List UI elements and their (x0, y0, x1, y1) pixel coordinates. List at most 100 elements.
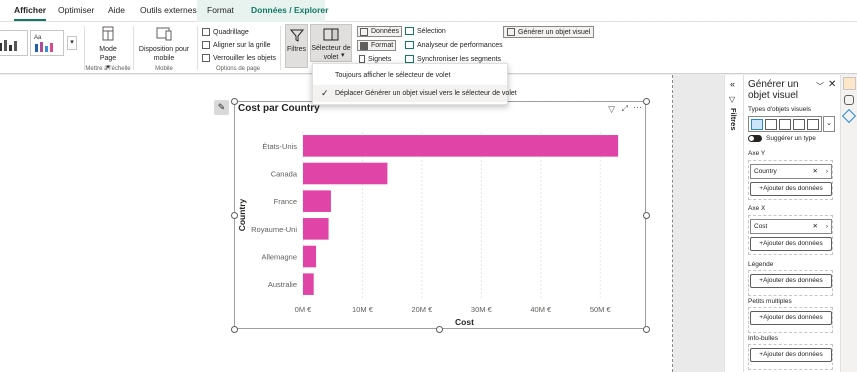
resize-handle[interactable] (231, 326, 238, 333)
format-brush-icon (360, 41, 368, 50)
filter-icon: ▽ (729, 95, 736, 104)
format-pane-button[interactable]: Format (357, 40, 397, 51)
page-layout-icon (102, 26, 114, 41)
tab-format[interactable]: Format (207, 5, 234, 15)
separator (197, 26, 198, 70)
bar-chart-visual[interactable]: Cost par Country ▽ ⤢ ⋯ 0M €10M €20M €30M… (234, 101, 646, 329)
legend-add-button[interactable]: +Ajouter des données (750, 274, 832, 288)
pane-selector-button[interactable]: Sélecteur de volet ▾ (310, 24, 352, 62)
x-tick-label: 30M € (471, 305, 493, 314)
y-tick-label: Allemagne (262, 253, 297, 262)
tooltips-label: Info-bulles (748, 335, 778, 342)
close-icon[interactable]: ✕ (828, 79, 836, 90)
mobile-layout-label: Disposition pour mobile (138, 46, 190, 62)
report-page[interactable]: ✎ Cost par Country ▽ ⤢ ⋯ 0M €10M €20M €3… (0, 75, 673, 372)
tab-outils-externes[interactable]: Outils externes (140, 5, 197, 15)
x-tick-label: 40M € (530, 305, 552, 314)
suggest-toggle[interactable] (748, 135, 762, 142)
more-visuals-chevron-icon[interactable]: ⌄ (823, 116, 835, 132)
format-rail-icon[interactable] (841, 108, 857, 124)
tab-optimiser[interactable]: Optimiser (58, 5, 94, 15)
y-tick-label: Australie (268, 280, 297, 289)
remove-field-icon[interactable]: ✕ (813, 165, 818, 178)
sync-icon (405, 55, 414, 63)
expand-chevron-icon[interactable]: « (730, 79, 735, 89)
build-visual-label: Générer un objet visuel (518, 28, 591, 36)
legend-label: Légende (748, 261, 774, 268)
resize-handle[interactable] (436, 326, 443, 333)
menu-item-move-label: Déplacer Générer un objet visuel vers le… (335, 90, 517, 97)
column-chart-type-icon[interactable] (779, 119, 791, 130)
bar (303, 218, 329, 240)
bookmarks-button[interactable]: Signets (359, 55, 391, 63)
menu-item-always-show[interactable]: Toujours afficher le sélecteur de volet (313, 67, 507, 84)
axis-x-add-button[interactable]: +Ajouter des données (750, 237, 832, 251)
visual-type-gallery (748, 116, 822, 132)
filters-collapsed-strip[interactable]: « ▽ Filtres (724, 75, 743, 372)
tooltips-add-button[interactable]: +Ajouter des données (750, 348, 832, 362)
theme-thumb-1[interactable] (0, 30, 28, 56)
clustered-column-type-icon[interactable] (793, 119, 805, 130)
separator (280, 26, 281, 70)
sync-slicers-button[interactable]: Synchroniser les segments (405, 55, 501, 63)
y-tick-label: États-Unis (262, 142, 297, 151)
data-pane-button[interactable]: Données (357, 26, 403, 37)
lock-checkbox[interactable]: Verrouiller les objets (202, 54, 276, 62)
gridlines-checkbox[interactable]: Quadrillage (202, 28, 249, 36)
snap-checkbox[interactable]: Aligner sur la grille (202, 41, 271, 49)
collapse-chevron-icon[interactable]: ﹀ (816, 81, 824, 92)
axis-y-add-button[interactable]: +Ajouter des données (750, 182, 832, 196)
resize-handle[interactable] (643, 98, 650, 105)
tab-afficher[interactable]: Afficher (14, 5, 47, 21)
pane-selector-arrow-icon: ▾ (341, 52, 345, 59)
resize-handle[interactable] (231, 98, 238, 105)
report-canvas-area: ✎ Cost par Country ▽ ⤢ ⋯ 0M €10M €20M €3… (0, 75, 723, 372)
menu-item-move-build-visual[interactable]: ✓ Déplacer Générer un objet visuel vers … (313, 85, 517, 102)
mode-page-label: Mode Page (99, 46, 117, 62)
build-visual-rail-icon[interactable] (843, 77, 856, 90)
bar-chart-type-icon[interactable] (751, 119, 763, 130)
pane-selector-label: Sélecteur de volet (311, 45, 351, 61)
axis-x-field-label: Cost (754, 223, 768, 230)
theme-gallery-more-icon[interactable]: ▾ (67, 36, 77, 50)
filters-button[interactable]: Filtres (285, 24, 308, 68)
bar (303, 162, 388, 185)
sync-slicers-label: Synchroniser les segments (417, 55, 502, 63)
x-tick-label: 0M € (295, 305, 313, 314)
perf-analyzer-button[interactable]: Analyseur de performances (405, 41, 503, 49)
perf-analyzer-label: Analyseur de performances (417, 41, 503, 49)
bar (303, 245, 317, 268)
axis-y-field[interactable]: Country ✕ › (750, 164, 832, 179)
y-axis-title: Country (237, 198, 247, 231)
gridlines-label: Quadrillage (213, 28, 249, 36)
pane-rail (840, 75, 857, 372)
separator (133, 26, 134, 70)
small-multiples-label: Petits multiples (748, 298, 792, 305)
selection-button[interactable]: Sélection (405, 27, 446, 35)
theme-thumb-2[interactable]: Aa (30, 30, 64, 56)
filters-strip-label: Filtres (729, 108, 738, 131)
snap-label: Aligner sur la grille (213, 41, 271, 49)
resize-handle[interactable] (643, 326, 650, 333)
tab-aide[interactable]: Aide (108, 5, 125, 15)
format-pane-label: Format (371, 42, 394, 49)
axis-x-field[interactable]: Cost ✕ › (750, 219, 832, 234)
checkbox-icon (202, 28, 210, 36)
data-rail-icon[interactable] (844, 95, 854, 105)
y-tick-label: Canada (271, 170, 298, 179)
remove-field-icon[interactable]: ✕ (813, 220, 818, 233)
small-multiples-add-button[interactable]: +Ajouter des données (750, 311, 832, 325)
performance-icon (405, 41, 414, 49)
y-tick-label: France (274, 197, 297, 206)
tab-donnees-explorer[interactable]: Données / Explorer (251, 5, 328, 15)
expand-field-icon[interactable]: › (826, 165, 828, 178)
expand-field-icon[interactable]: › (826, 220, 828, 233)
resize-handle[interactable] (643, 212, 650, 219)
x-tick-label: 10M € (352, 305, 374, 314)
build-visual-button[interactable]: Générer un objet visuel (503, 26, 595, 38)
mobile-layout-button[interactable]: Disposition pour mobile (136, 26, 192, 63)
stacked-bar-type-icon[interactable] (765, 119, 777, 130)
table-type-icon[interactable] (807, 119, 819, 130)
visual-format-brush-icon[interactable]: ✎ (214, 100, 229, 115)
resize-handle[interactable] (231, 212, 238, 219)
